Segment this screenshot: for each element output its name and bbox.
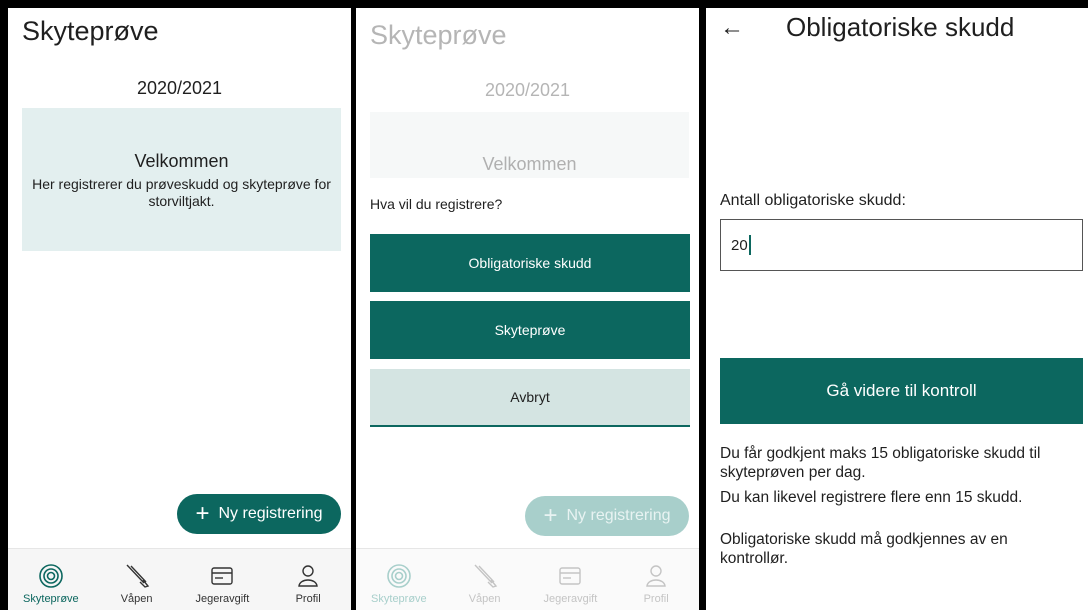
shots-count-input[interactable]: 20 — [720, 219, 1083, 271]
nav-label: Skyteprøve — [371, 593, 427, 605]
nav-item-jegeravgift[interactable]: Jegeravgift — [528, 549, 614, 610]
nav-item-vapen[interactable]: Våpen — [94, 549, 180, 610]
bottom-navigation: Skyteprøve Våpen Jegeravgift Profil — [8, 548, 351, 610]
card-icon — [559, 567, 582, 585]
shots-count-value: 20 — [731, 236, 748, 254]
info-register-more: Du kan likevel registrere flere enn 15 s… — [720, 489, 1023, 506]
registration-choice-screen: Skyteprøve 2020/2021 Velkommen Hva vil d… — [356, 8, 699, 610]
back-arrow-icon[interactable]: ← — [720, 14, 744, 42]
nav-label: Profil — [295, 593, 321, 605]
page-title: Skyteprøve — [22, 16, 159, 46]
card-icon — [211, 567, 234, 585]
person-icon — [646, 565, 666, 587]
welcome-title: Velkommen — [134, 151, 229, 171]
target-icon — [39, 564, 63, 588]
shots-count-label: Antall obligatoriske skudd: — [720, 192, 906, 209]
welcome-card: Velkommen Her registrerer du prøveskudd … — [22, 108, 341, 251]
bottom-navigation: Skyteprøve Våpen Jegeravgift Profil — [356, 548, 699, 610]
target-icon — [387, 564, 411, 588]
info-max-shots: Du får godkjent maks 15 obligatoriske sk… — [720, 445, 1041, 481]
nav-label: Skyteprøve — [23, 593, 79, 605]
info-approval: Obligatoriske skudd må godkjennes av en … — [720, 531, 1008, 567]
season-label: 2020/2021 — [484, 80, 571, 100]
new-registration-label: Ny registrering — [218, 505, 323, 522]
new-registration-button[interactable]: + Ny registrering — [525, 496, 689, 536]
nav-label: Våpen — [468, 593, 501, 605]
nav-item-profil[interactable]: Profil — [265, 549, 351, 610]
mandatory-shots-button[interactable]: Obligatoriske skudd — [370, 234, 690, 292]
nav-item-jegeravgift[interactable]: Jegeravgift — [180, 549, 266, 610]
mandatory-shots-screen: ← Obligatoriske skudd Antall obligatoris… — [706, 8, 1088, 610]
dialog-question: Hva vil du registrere? — [370, 196, 503, 212]
nav-label: Jegeravgift — [543, 593, 598, 605]
plus-icon: + — [195, 500, 210, 527]
welcome-title: Velkommen — [482, 154, 577, 174]
page-title: Skyteprøve — [370, 20, 507, 50]
rifle-icon — [126, 564, 149, 588]
nav-label: Profil — [643, 593, 669, 605]
new-registration-label: Ny registrering — [566, 507, 671, 524]
cancel-button[interactable]: Avbryt — [370, 369, 690, 427]
welcome-card: Velkommen — [370, 112, 689, 178]
nav-item-vapen[interactable]: Våpen — [442, 549, 528, 610]
person-icon — [298, 565, 318, 587]
shooting-test-button[interactable]: Skyteprøve — [370, 301, 690, 359]
new-registration-button[interactable]: + Ny registrering — [177, 494, 341, 534]
nav-item-skyteprove[interactable]: Skyteprøve — [356, 549, 442, 610]
text-caret — [748, 235, 751, 255]
home-screen: Skyteprøve 2020/2021 Velkommen Her regis… — [8, 8, 351, 610]
nav-item-skyteprove[interactable]: Skyteprøve — [8, 549, 94, 610]
welcome-text: Her registrerer du prøveskudd og skytepr… — [32, 176, 331, 209]
page-title: Obligatoriske skudd — [786, 12, 1015, 42]
rifle-icon — [474, 564, 497, 588]
nav-label: Våpen — [120, 593, 153, 605]
season-label: 2020/2021 — [136, 78, 223, 98]
nav-label: Jegeravgift — [195, 593, 250, 605]
plus-icon: + — [543, 502, 558, 529]
nav-item-profil[interactable]: Profil — [613, 549, 699, 610]
continue-to-control-button[interactable]: Gå videre til kontroll — [720, 358, 1083, 424]
